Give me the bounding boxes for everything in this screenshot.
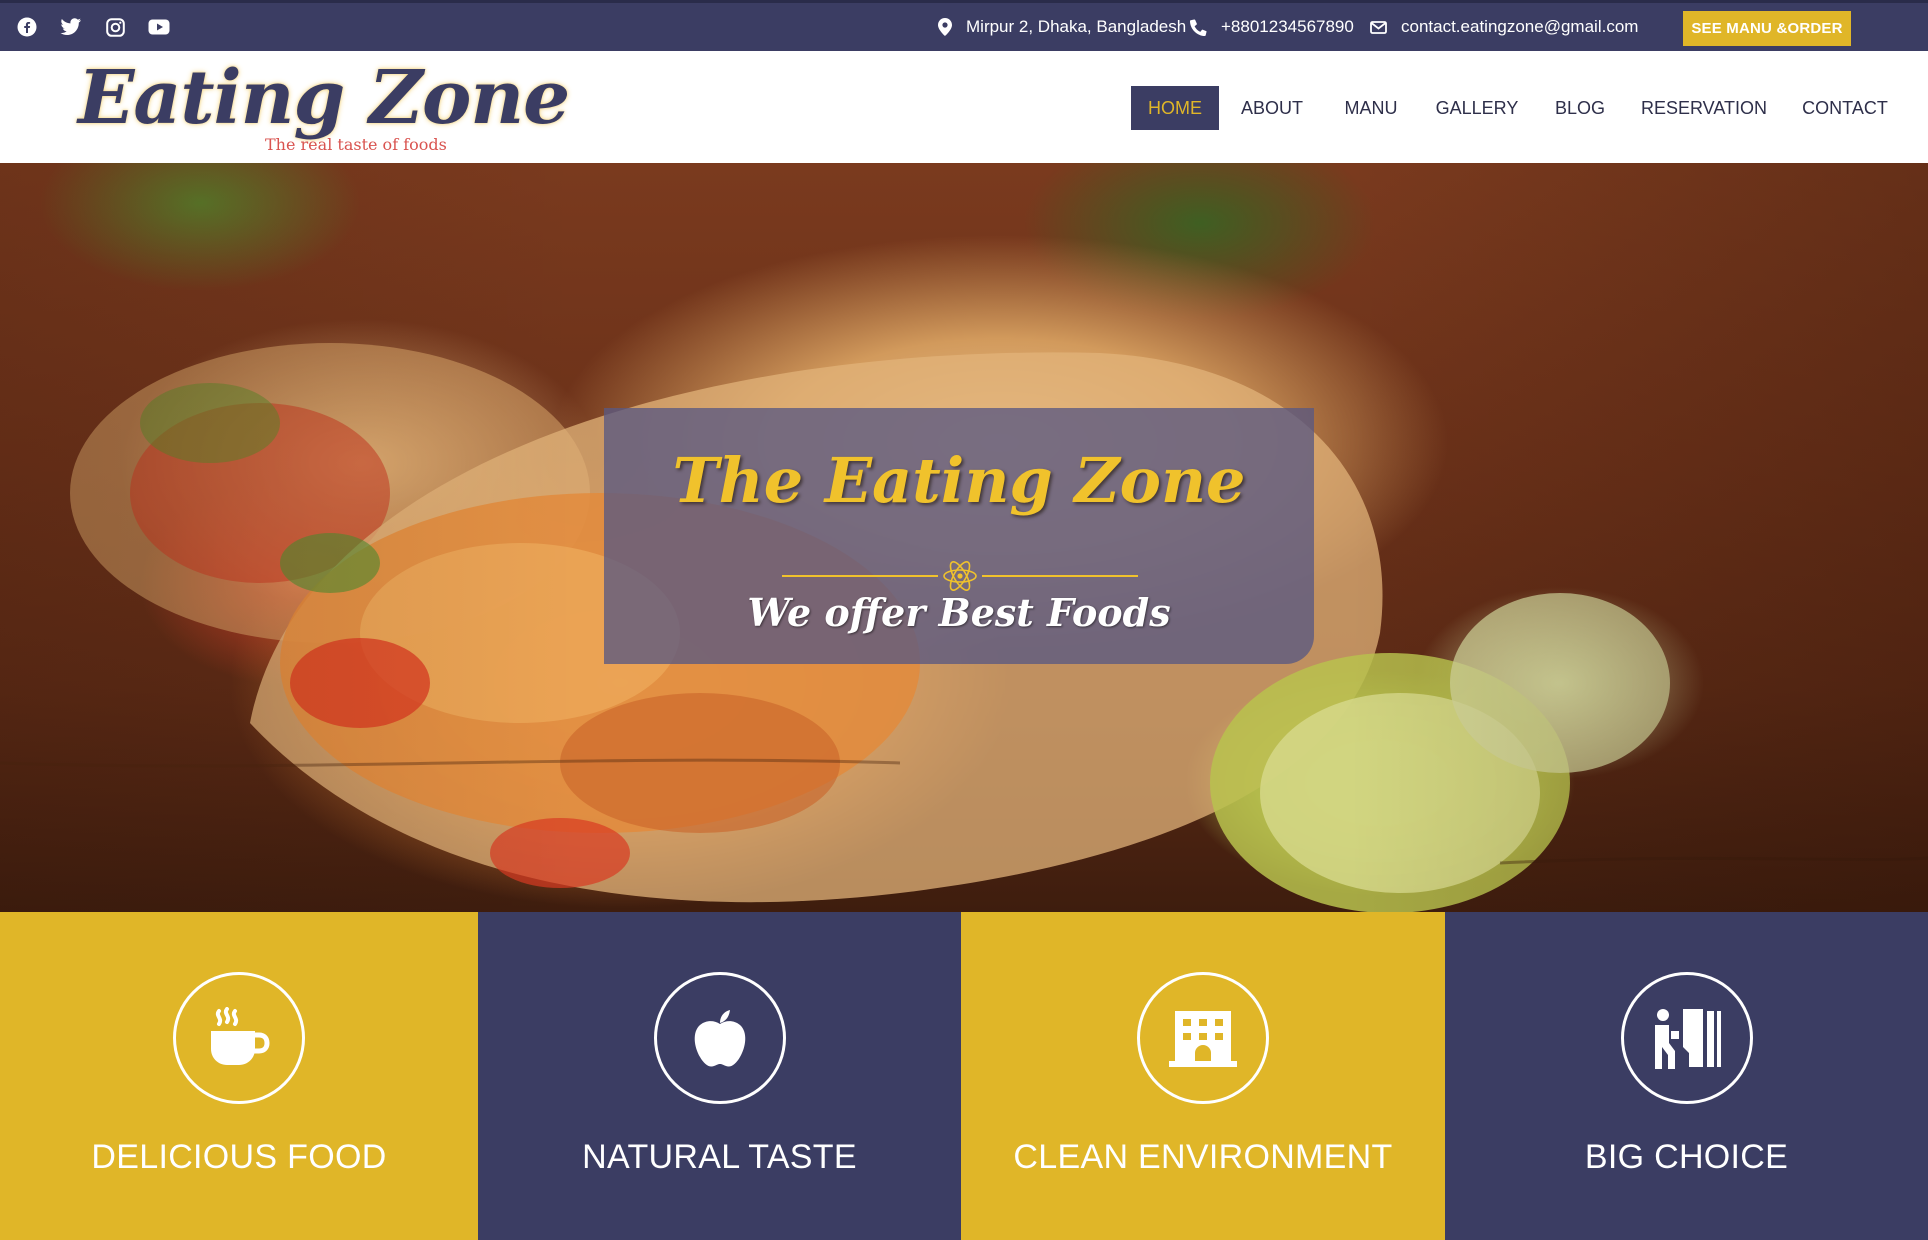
hero-title: The Eating Zone <box>672 444 1246 517</box>
phone-text: +8801234567890 <box>1221 17 1354 36</box>
feature-icon-circle <box>173 972 305 1104</box>
address-text: Mirpur 2, Dhaka, Bangladesh <box>966 17 1187 36</box>
site-header: Eating Zone The real taste of foods HOME… <box>0 51 1928 163</box>
divider-line-right <box>982 575 1138 577</box>
nav-gallery[interactable]: GALLERY <box>1432 86 1522 130</box>
atom-icon <box>943 561 977 591</box>
nav-contact[interactable]: CONTACT <box>1795 86 1895 130</box>
top-bar: Mirpur 2, Dhaka, Bangladesh +88012345678… <box>0 0 1928 51</box>
feature-icon-circle <box>653 972 786 1104</box>
feature-icon-circle <box>1137 972 1269 1104</box>
instagram-icon[interactable] <box>104 16 126 38</box>
feature-label: BIG CHOICE <box>1584 1138 1789 1176</box>
feature-big-choice: BIG CHOICE <box>1445 912 1928 1240</box>
nav-reservation[interactable]: RESERVATION <box>1640 86 1768 130</box>
address: Mirpur 2, Dhaka, Bangladesh <box>938 3 1186 51</box>
feature-natural-taste: NATURAL TASTE <box>478 912 961 1240</box>
feature-icon-circle <box>1620 972 1753 1104</box>
map-marker-icon <box>938 18 952 36</box>
logo-tagline: The real taste of foods <box>265 135 447 154</box>
divider-line-left <box>782 575 938 577</box>
logo-title[interactable]: Eating Zone <box>78 55 570 141</box>
feature-label: CLEAN ENVIRONMENT <box>1013 1138 1393 1176</box>
facebook-icon[interactable] <box>16 16 38 38</box>
nav-about[interactable]: ABOUT <box>1236 86 1308 130</box>
nav-home[interactable]: HOME <box>1131 86 1219 130</box>
restroom-icon <box>1654 1009 1721 1069</box>
hero-caption-box: The Eating Zone We offer Best Foods <box>604 408 1314 664</box>
coffee-cup-icon <box>211 1007 270 1065</box>
feature-delicious-food: DELICIOUS FOOD <box>0 912 478 1240</box>
hero-banner: The Eating Zone We offer Best Foods <box>0 163 1928 912</box>
nav-blog[interactable]: BLOG <box>1549 86 1611 130</box>
building-icon <box>1169 1011 1237 1067</box>
feature-label: DELICIOUS FOOD <box>91 1138 387 1176</box>
email-text: contact.eatingzone@gmail.com <box>1401 17 1639 36</box>
twitter-icon[interactable] <box>60 16 82 38</box>
apple-icon <box>694 1010 745 1067</box>
envelope-icon <box>1370 20 1387 34</box>
feature-clean-environment: CLEAN ENVIRONMENT <box>961 912 1445 1240</box>
hero-subtitle: We offer Best Foods <box>747 590 1171 635</box>
nav-manu[interactable]: MANU <box>1335 86 1407 130</box>
phone[interactable]: +8801234567890 <box>1190 3 1354 51</box>
hero-divider <box>782 558 1138 594</box>
social-links <box>16 3 192 51</box>
youtube-icon[interactable] <box>148 16 170 38</box>
see-menu-order-button[interactable]: SEE MANU &ORDER <box>1683 11 1851 46</box>
feature-label: NATURAL TASTE <box>582 1138 857 1176</box>
phone-icon <box>1190 18 1207 36</box>
email[interactable]: contact.eatingzone@gmail.com <box>1370 3 1638 51</box>
